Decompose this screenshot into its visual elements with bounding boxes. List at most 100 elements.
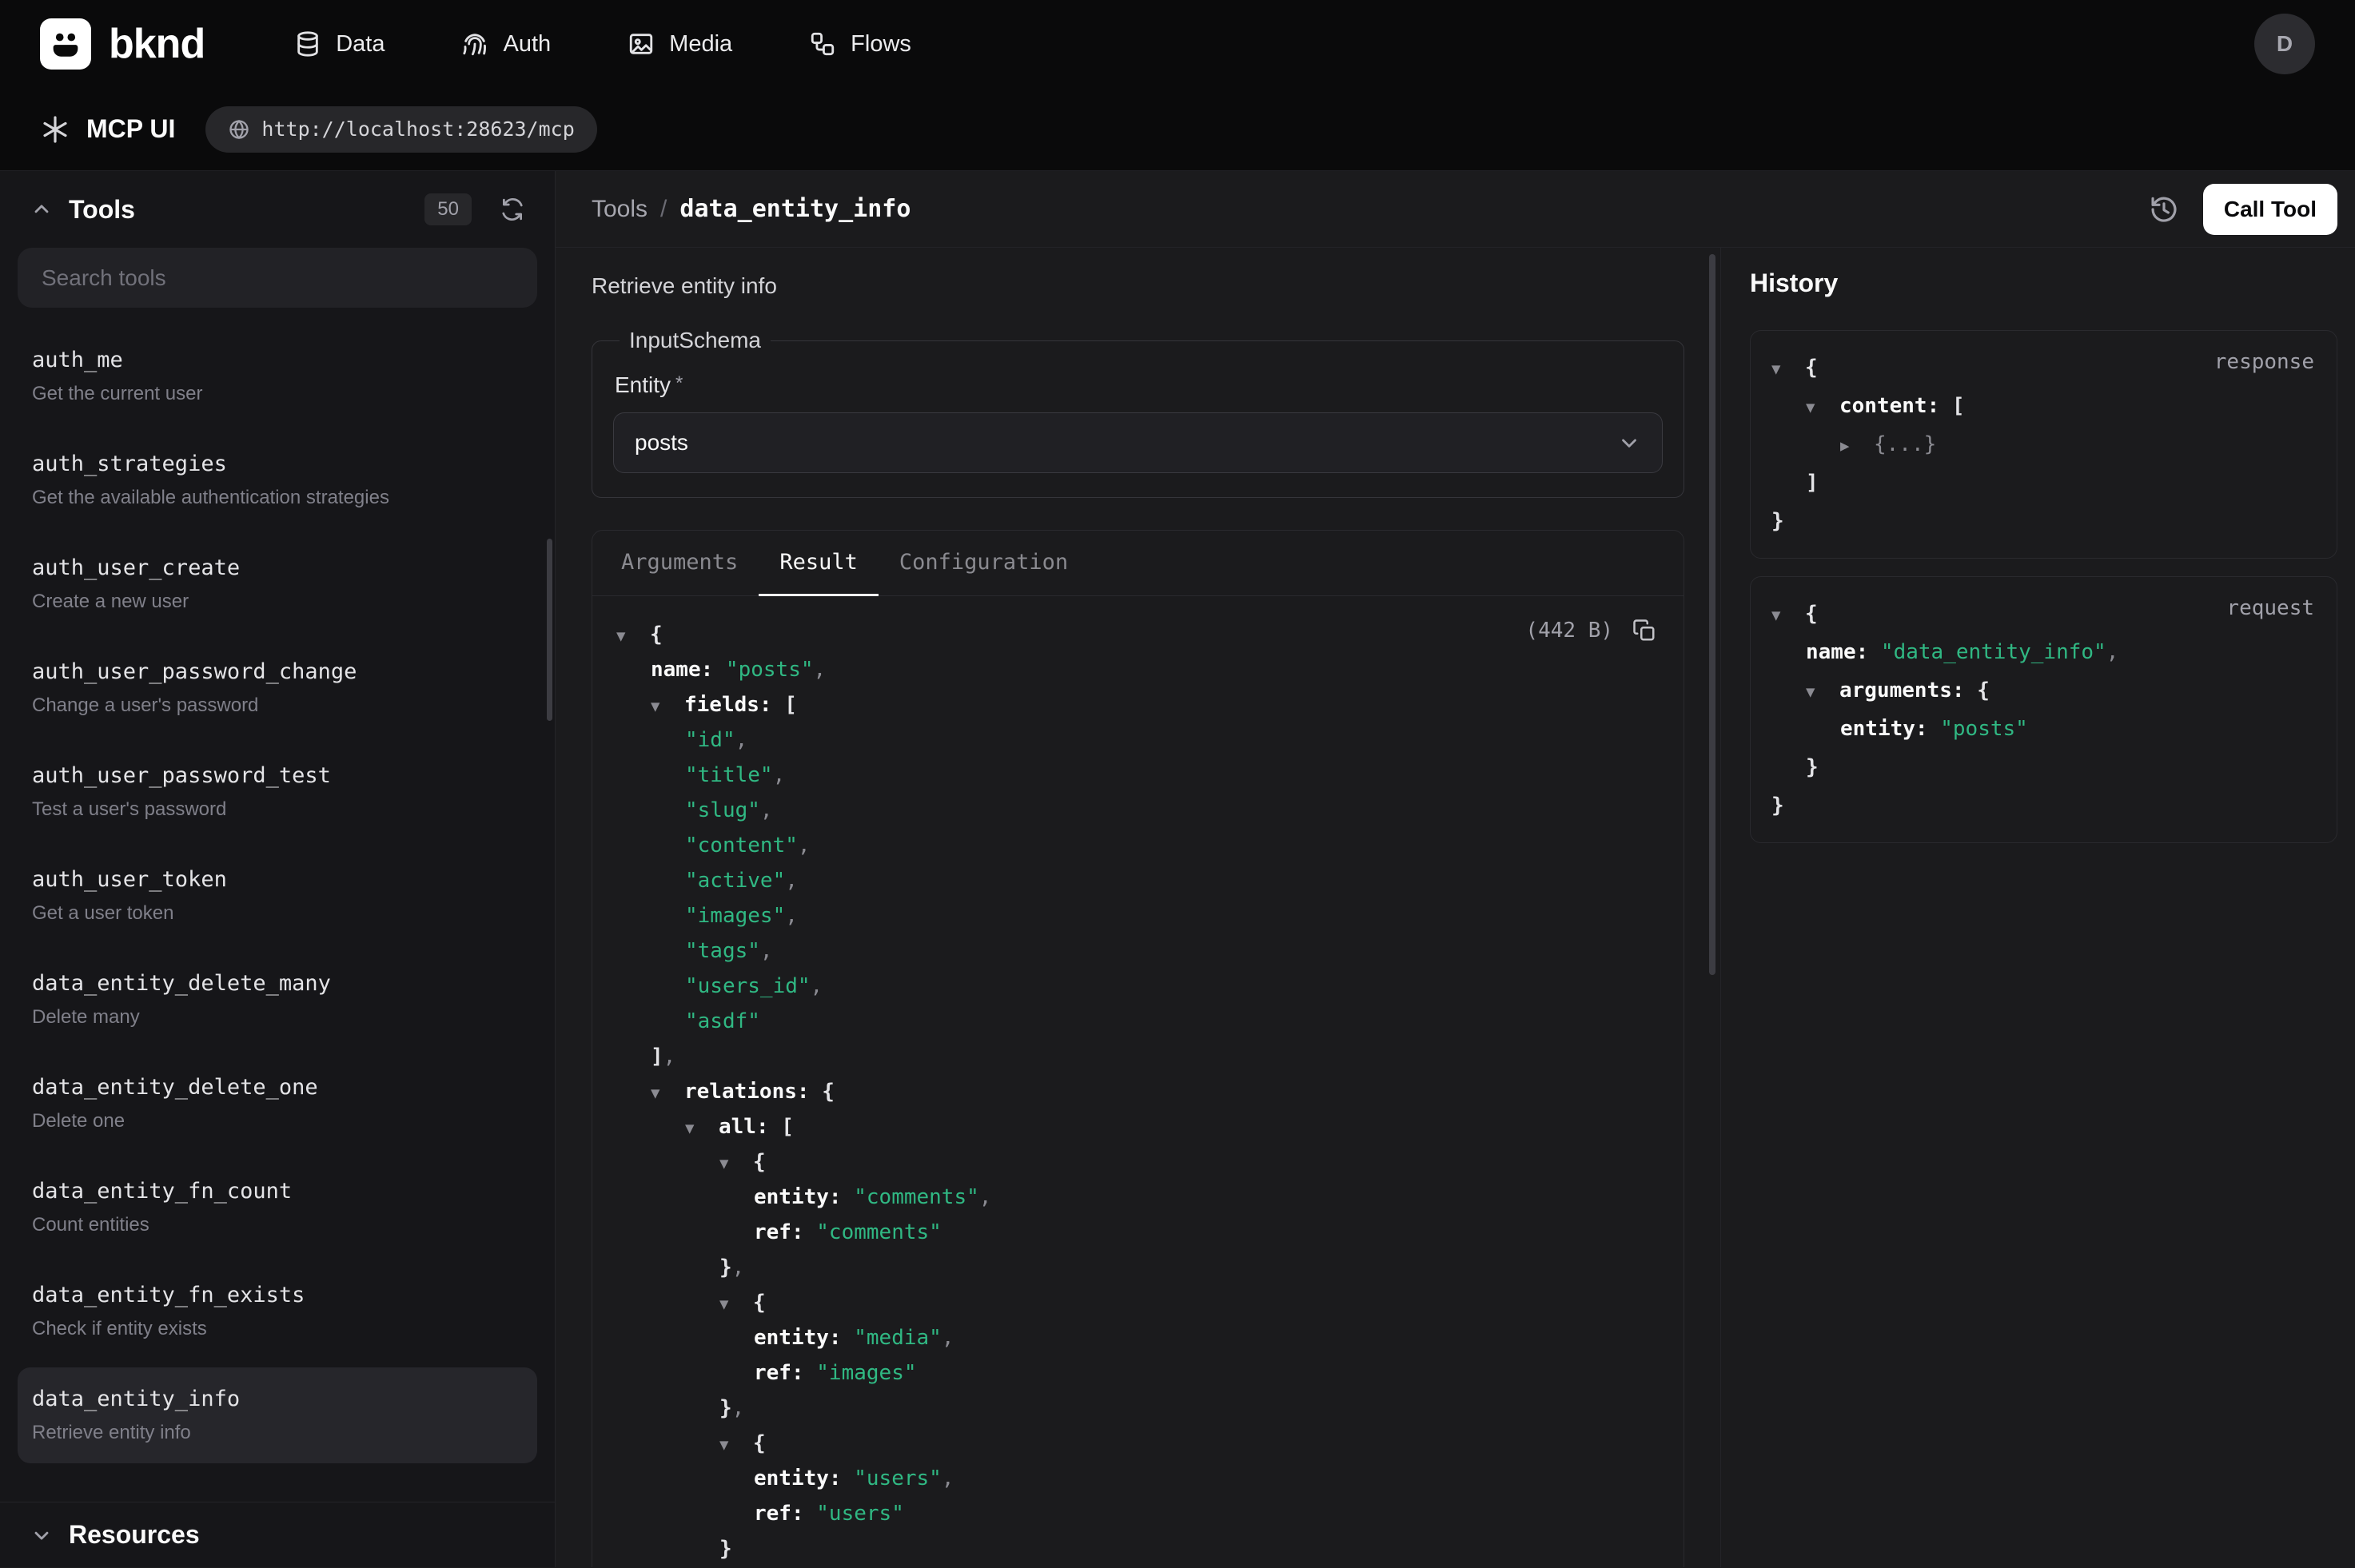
search-wrap [18, 248, 537, 308]
tool-item-data_entity_delete_many[interactable]: data_entity_delete_manyDelete many [18, 952, 537, 1048]
resources-title: Resources [69, 1520, 200, 1550]
json-token: } [1806, 755, 1819, 779]
tree-caret-icon[interactable]: ▼ [616, 619, 637, 654]
tool-description: Retrieve entity info [592, 273, 1684, 299]
history-panel: History response ▼{▼content: [▶{...}]} r… [1720, 248, 2355, 1567]
brand[interactable]: bknd [40, 18, 205, 70]
globe-icon [228, 118, 250, 141]
tree-caret-icon[interactable]: ▼ [719, 1287, 740, 1322]
json-line: ref: "comments" [616, 1215, 1660, 1250]
json-token: "title" [685, 763, 773, 787]
history-entry-label: response [2214, 350, 2314, 374]
json-token: } [1771, 509, 1784, 533]
page-title: MCP UI [86, 114, 175, 144]
json-token: , [760, 798, 773, 822]
history-json-1: ▼ { name: "data_entity_info",▼arguments: {… [1771, 595, 2316, 825]
json-token: content: [1839, 394, 1952, 418]
tool-item-auth_me[interactable]: auth_meGet the current user [18, 328, 537, 424]
json-token: [ [1952, 394, 1965, 418]
json-token: { [753, 1291, 766, 1315]
tool-item-data_entity_delete_one[interactable]: data_entity_delete_oneDelete one [18, 1056, 537, 1152]
json-line: "users_id", [616, 969, 1660, 1004]
copy-icon[interactable] [1632, 619, 1656, 643]
breadcrumb-current: data_entity_info [679, 195, 911, 223]
sidebar-scrollbar[interactable] [547, 539, 552, 721]
nav-item-data[interactable]: Data [294, 30, 385, 58]
json-token: } [1771, 794, 1784, 818]
tree-caret-icon[interactable]: ▼ [685, 1111, 706, 1146]
tool-description: Change a user's password [32, 693, 523, 718]
tab-arguments[interactable]: Arguments [600, 531, 759, 596]
nav-item-auth[interactable]: Auth [461, 30, 551, 58]
json-token: , [760, 939, 773, 963]
resources-section-header[interactable]: Resources [0, 1502, 555, 1567]
user-avatar[interactable]: D [2254, 14, 2315, 74]
main-scrollbar[interactable] [1709, 254, 1715, 975]
json-token: , [942, 1467, 954, 1490]
app-root: bknd Data Auth Media Flows D MCP UI http://… [0, 0, 2355, 1568]
tool-item-data_entity_info[interactable]: data_entity_infoRetrieve entity info [18, 1367, 537, 1463]
result-json: ▼{name: "posts",▼fields: ["id","title","… [616, 617, 1660, 1566]
tree-caret-icon[interactable]: ▼ [1771, 350, 1792, 388]
tool-item-auth_user_token[interactable]: auth_user_tokenGet a user token [18, 848, 537, 944]
tool-description: Test a user's password [32, 797, 523, 822]
json-token: ] [651, 1045, 663, 1069]
tool-name: data_entity_fn_count [32, 1177, 523, 1206]
tool-name: data_entity_delete_one [32, 1073, 523, 1102]
brand-name: bknd [109, 20, 205, 68]
tree-caret-icon[interactable]: ▼ [1771, 596, 1792, 635]
json-line: ▼ content: [ [1771, 387, 2316, 425]
breadcrumb-root[interactable]: Tools [592, 196, 648, 223]
tree-caret-icon[interactable]: ▼ [719, 1146, 740, 1181]
mcp-url-pill[interactable]: http://localhost:28623/mcp [205, 106, 596, 153]
tool-item-auth_strategies[interactable]: auth_strategiesGet the available authent… [18, 432, 537, 528]
tool-name: auth_me [32, 346, 523, 375]
json-line: } [616, 1531, 1660, 1566]
json-line: ], [616, 1039, 1660, 1074]
nav-item-media[interactable]: Media [628, 30, 732, 58]
tool-item-auth_user_password_test[interactable]: auth_user_password_testTest a user's pas… [18, 744, 537, 840]
tab-result[interactable]: Result [759, 531, 879, 596]
tree-caret-icon[interactable]: ▶ [1840, 427, 1861, 465]
tree-caret-icon[interactable]: ▼ [651, 689, 671, 724]
tree-caret-icon[interactable]: ▼ [719, 1427, 740, 1463]
required-mark: * [675, 372, 683, 394]
json-line: ▼fields: [ [616, 687, 1660, 722]
tool-item-auth_user_create[interactable]: auth_user_createCreate a new user [18, 536, 537, 632]
json-line: } [1771, 748, 2316, 786]
toolbar-actions: Call Tool [2149, 184, 2337, 235]
mcp-header: MCP UI http://localhost:28623/mcp [0, 88, 2355, 171]
history-icon[interactable] [2149, 194, 2179, 225]
tool-item-auth_user_password_change[interactable]: auth_user_password_changeChange a user's… [18, 640, 537, 736]
json-token: { [1805, 356, 1818, 380]
call-tool-button[interactable]: Call Tool [2203, 184, 2337, 235]
json-token: , [942, 1326, 954, 1350]
nav-item-flows[interactable]: Flows [809, 30, 911, 58]
tree-caret-icon[interactable]: ▼ [1806, 673, 1827, 711]
tool-name: auth_strategies [32, 450, 523, 479]
tab-configuration[interactable]: Configuration [879, 531, 1089, 596]
tool-item-data_entity_fn_exists[interactable]: data_entity_fn_existsCheck if entity exi… [18, 1264, 537, 1359]
bknd-logo-icon [40, 18, 91, 70]
json-token: ] [1806, 471, 1819, 495]
image-icon [628, 30, 655, 58]
json-line: ▼arguments: { [1771, 671, 2316, 710]
tree-caret-icon[interactable]: ▼ [1806, 388, 1827, 427]
json-token: { [822, 1080, 835, 1104]
search-input[interactable] [18, 248, 537, 308]
json-token: "id" [685, 728, 735, 752]
entity-select[interactable]: posts [613, 412, 1663, 473]
json-line: ref: "users" [616, 1496, 1660, 1531]
history-response-card: response ▼{▼content: [▶{...}]} [1750, 330, 2337, 559]
tree-caret-icon[interactable]: ▼ [651, 1076, 671, 1111]
refresh-icon[interactable] [500, 197, 524, 221]
nav-item-label: Media [669, 31, 732, 58]
chevron-up-icon[interactable] [30, 198, 53, 221]
json-token: { [1977, 679, 1990, 702]
history-title: History [1750, 269, 2337, 298]
json-line: "tags", [616, 933, 1660, 969]
json-line: name: "data_entity_info", [1771, 633, 2316, 671]
tool-item-data_entity_fn_count[interactable]: data_entity_fn_countCount entities [18, 1160, 537, 1256]
history-request-card: request ▼{name: "data_entity_info",▼argu… [1750, 576, 2337, 843]
chevron-down-icon [30, 1524, 53, 1546]
